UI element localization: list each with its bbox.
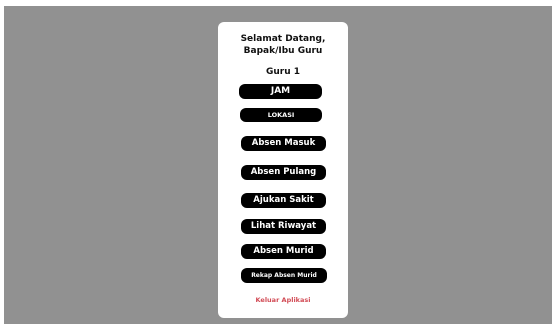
jam-button[interactable]: JAM (239, 84, 322, 99)
absen-murid-button[interactable]: Absen Murid (241, 244, 326, 259)
user-name: Guru 1 (265, 67, 301, 77)
absen-masuk-button[interactable]: Absen Masuk (241, 136, 326, 151)
ajukan-sakit-button[interactable]: Ajukan Sakit (241, 193, 326, 208)
lihat-riwayat-button[interactable]: Lihat Riwayat (241, 219, 326, 234)
lokasi-button[interactable]: LOKASI (240, 108, 322, 122)
rekap-absen-murid-button[interactable]: Rekap Absen Murid (241, 268, 327, 283)
keluar-aplikasi-link[interactable]: Keluar Aplikasi (218, 295, 348, 305)
greeting-line-1: Selamat Datang, (240, 34, 326, 44)
absen-pulang-button[interactable]: Absen Pulang (241, 165, 326, 180)
home-menu-card: Selamat Datang, Bapak/Ibu Guru Guru 1 JA… (218, 22, 348, 318)
greeting-line-2: Bapak/Ibu Guru (243, 46, 323, 56)
